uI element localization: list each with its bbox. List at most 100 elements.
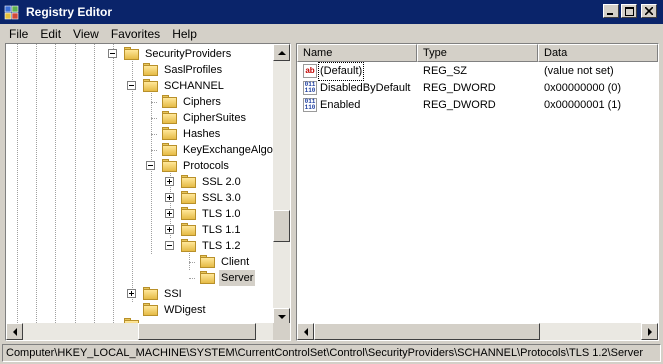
tree-item-securityproviders[interactable]: SecurityProviders bbox=[6, 46, 276, 62]
tree-item-ssl-2-0[interactable]: SSL 2.0 bbox=[6, 174, 276, 190]
tree-item-keyexchangealgorithms[interactable]: KeyExchangeAlgori bbox=[6, 142, 279, 158]
tree-item-protocols[interactable]: Protocols bbox=[6, 158, 276, 174]
tree-item-client[interactable]: Client bbox=[6, 254, 276, 270]
tree-item-ciphersuites[interactable]: CipherSuites bbox=[6, 110, 276, 126]
value-name: Enabled bbox=[320, 99, 361, 111]
values-list: Name Type Data ab (Default) REG_SZ (valu… bbox=[296, 43, 659, 341]
menu-view[interactable]: View bbox=[67, 27, 105, 41]
expand-icon[interactable] bbox=[127, 289, 136, 298]
folder-icon bbox=[143, 287, 158, 300]
registry-editor-icon bbox=[4, 5, 19, 20]
column-header-data[interactable]: Data bbox=[538, 44, 658, 62]
key-tree: SecurityProviders SaslProfiles SCHANNEL … bbox=[5, 43, 291, 341]
maximize-button[interactable] bbox=[621, 4, 637, 18]
tree-item-tls-1-2[interactable]: TLS 1.2 bbox=[6, 238, 276, 254]
tree-item-ssi[interactable]: SSI bbox=[6, 286, 276, 302]
tree-item-label: TLS 1.0 bbox=[202, 208, 241, 220]
value-name: (Default) bbox=[317, 62, 365, 81]
expand-icon[interactable] bbox=[165, 225, 174, 234]
tree-horizontal-scrollbar[interactable] bbox=[6, 323, 290, 340]
scroll-left-button[interactable] bbox=[297, 323, 314, 340]
folder-open-icon bbox=[124, 47, 139, 60]
value-row[interactable]: 011 110 Enabled REG_DWORD 0x00000001 (1) bbox=[297, 97, 658, 114]
minimize-icon bbox=[607, 13, 613, 15]
tree-vertical-scrollbar[interactable] bbox=[273, 44, 290, 325]
collapse-icon[interactable] bbox=[108, 49, 117, 58]
tree-item-ciphers[interactable]: Ciphers bbox=[6, 94, 276, 110]
current-key-path: Computer\HKEY_LOCAL_MACHINE\SYSTEM\Curre… bbox=[2, 344, 661, 362]
arrow-down-icon bbox=[277, 314, 286, 319]
folder-icon bbox=[143, 63, 158, 76]
tree-item-saslprofiles[interactable]: SaslProfiles bbox=[6, 62, 276, 78]
scroll-thumb[interactable] bbox=[314, 323, 540, 340]
values-horizontal-scrollbar[interactable] bbox=[297, 323, 658, 340]
tree-item-label: TLS 1.2 bbox=[202, 240, 241, 252]
collapse-icon[interactable] bbox=[127, 81, 136, 90]
value-type: REG_DWORD bbox=[423, 99, 496, 111]
window-title: Registry Editor bbox=[26, 5, 113, 19]
value-row[interactable]: ab (Default) REG_SZ (value not set) bbox=[297, 62, 658, 81]
expand-icon[interactable] bbox=[165, 177, 174, 186]
tree-item-label: TLS 1.1 bbox=[202, 224, 241, 236]
menu-edit[interactable]: Edit bbox=[34, 27, 67, 41]
tree-item-label: Protocols bbox=[183, 160, 229, 172]
arrow-up-icon bbox=[277, 50, 286, 55]
tree-item-label: SSI bbox=[164, 288, 182, 300]
folder-icon bbox=[181, 191, 196, 204]
folder-icon bbox=[162, 127, 177, 140]
arrow-right-icon bbox=[647, 327, 652, 336]
tree-item-label: WDigest bbox=[164, 304, 206, 316]
menu-help[interactable]: Help bbox=[166, 27, 203, 41]
folder-icon bbox=[181, 175, 196, 188]
tree-item-tls-1-1[interactable]: TLS 1.1 bbox=[6, 222, 276, 238]
scroll-up-button[interactable] bbox=[273, 44, 290, 61]
column-header-type[interactable]: Type bbox=[417, 44, 538, 62]
tree-item-server[interactable]: Server bbox=[6, 270, 276, 286]
tree-item-ssl-3-0[interactable]: SSL 3.0 bbox=[6, 190, 276, 206]
value-data: (value not set) bbox=[544, 65, 614, 77]
collapse-icon[interactable] bbox=[146, 161, 155, 170]
value-type: REG_DWORD bbox=[423, 82, 496, 94]
scroll-left-button[interactable] bbox=[6, 323, 23, 340]
tree-item-label: Hashes bbox=[183, 128, 221, 140]
folder-open-icon bbox=[162, 159, 177, 172]
scroll-right-button[interactable] bbox=[641, 323, 658, 340]
scrollbar-corner bbox=[273, 323, 290, 340]
menu-file[interactable]: File bbox=[3, 27, 34, 41]
tree-item-label: Client bbox=[221, 256, 250, 268]
collapse-icon[interactable] bbox=[165, 241, 174, 250]
tree-item-label: SSL 3.0 bbox=[202, 192, 241, 204]
tree-item-tls-1-0[interactable]: TLS 1.0 bbox=[6, 206, 276, 222]
menu-favorites[interactable]: Favorites bbox=[105, 27, 166, 41]
folder-icon bbox=[162, 95, 177, 108]
tree-item-wdigest[interactable]: WDigest bbox=[6, 302, 276, 318]
folder-icon bbox=[181, 223, 196, 236]
scroll-thumb[interactable] bbox=[273, 210, 290, 242]
dword-value-icon: 011 110 bbox=[303, 98, 317, 112]
tree-item-schannel[interactable]: SCHANNEL bbox=[6, 78, 276, 94]
minimize-button[interactable] bbox=[603, 4, 619, 18]
folder-icon bbox=[162, 143, 177, 156]
expand-icon[interactable] bbox=[165, 209, 174, 218]
folder-icon bbox=[162, 111, 177, 124]
arrow-left-icon bbox=[12, 327, 17, 336]
value-row[interactable]: 011 110 DisabledByDefault REG_DWORD 0x000… bbox=[297, 80, 658, 97]
value-data: 0x00000001 (1) bbox=[544, 99, 622, 111]
arrow-left-icon bbox=[303, 327, 308, 336]
folder-open-icon bbox=[200, 271, 215, 284]
value-type: REG_SZ bbox=[423, 65, 468, 77]
tree-item-label: SSL 2.0 bbox=[202, 176, 241, 188]
folder-icon bbox=[143, 303, 158, 316]
expand-icon[interactable] bbox=[165, 193, 174, 202]
tree-item-label: Ciphers bbox=[183, 96, 221, 108]
value-name: DisabledByDefault bbox=[320, 82, 411, 94]
column-header-name[interactable]: Name bbox=[297, 44, 417, 62]
folder-open-icon bbox=[181, 239, 196, 252]
menu-bar: File Edit View Favorites Help bbox=[0, 24, 663, 43]
value-data: 0x00000000 (0) bbox=[544, 82, 622, 94]
close-button[interactable] bbox=[641, 4, 657, 18]
tree-item-hashes[interactable]: Hashes bbox=[6, 126, 276, 142]
string-value-icon: ab bbox=[303, 64, 317, 78]
scroll-thumb[interactable] bbox=[138, 323, 256, 340]
status-bar: Computer\HKEY_LOCAL_MACHINE\SYSTEM\Curre… bbox=[0, 342, 663, 364]
